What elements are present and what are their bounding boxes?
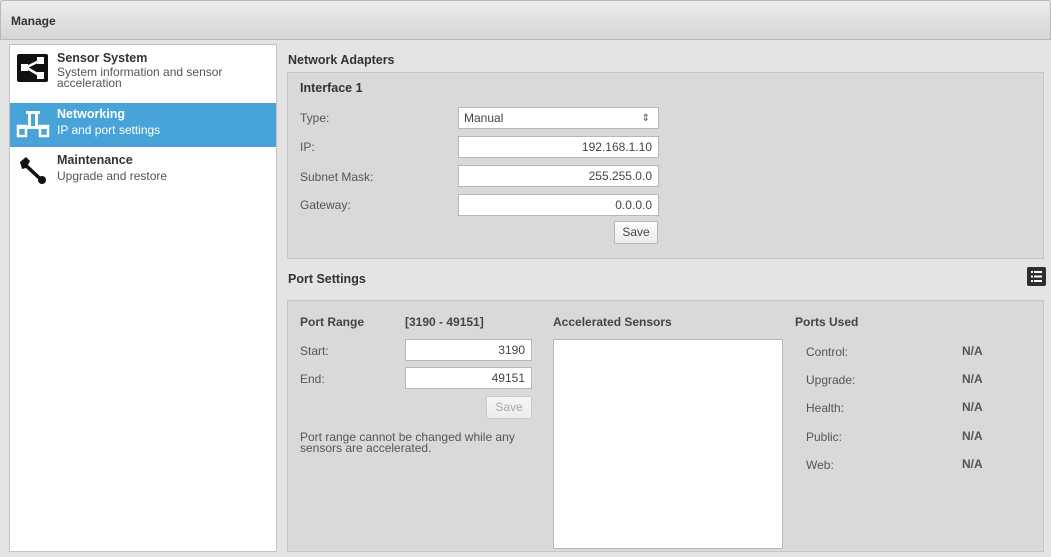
network-icon	[17, 54, 48, 82]
end-port-field[interactable]: 49151	[405, 367, 532, 389]
web-port-value: N/A	[962, 457, 983, 471]
health-port-value: N/A	[962, 400, 983, 414]
end-label: End:	[300, 372, 325, 386]
sidebar-item-sensor-system[interactable]: Sensor System System information and sen…	[10, 47, 276, 91]
ip-label: IP:	[300, 140, 315, 154]
sidebar-item-title: Maintenance	[57, 153, 133, 167]
sidebar-item-description: Upgrade and restore	[57, 169, 168, 183]
accelerated-sensors-heading: Accelerated Sensors	[553, 315, 672, 329]
sidebar-item-networking[interactable]: Networking IP and port settings	[10, 103, 276, 147]
start-port-field[interactable]: 3190	[405, 339, 532, 361]
gateway-field[interactable]: 0.0.0.0	[458, 194, 659, 216]
gateway-label: Gateway:	[300, 198, 351, 212]
upgrade-port-value: N/A	[962, 372, 983, 386]
network-adapters-heading: Network Adapters	[288, 53, 395, 67]
sidebar-item-title: Sensor System	[57, 51, 148, 65]
public-port-label: Public:	[806, 430, 843, 444]
type-select[interactable]: Manual ⇕	[458, 107, 659, 129]
window-title: Manage	[11, 14, 56, 28]
port-range-note: Port range cannot be changed while any s…	[300, 430, 515, 455]
select-arrows-icon: ⇕	[641, 113, 650, 124]
port-settings-panel: Port Range [3190 - 49151] Start: 3190 En…	[287, 300, 1044, 552]
sidebar: Sensor System System information and sen…	[9, 44, 277, 552]
sidebar-item-description: System information and sensor accelerati…	[57, 65, 223, 90]
health-port-label: Health:	[806, 401, 845, 415]
ports-used-heading: Ports Used	[795, 315, 859, 329]
start-label: Start:	[300, 344, 329, 358]
network-save-button[interactable]: Save	[614, 221, 658, 244]
port-settings-heading: Port Settings	[288, 272, 366, 286]
type-label: Type:	[300, 111, 330, 125]
sidebar-item-maintenance[interactable]: Maintenance Upgrade and restore	[10, 149, 276, 193]
control-port-value: N/A	[962, 344, 983, 358]
ethernet-icon	[16, 111, 50, 138]
interface-title: Interface 1	[300, 81, 363, 95]
window-titlebar: Manage	[0, 0, 1051, 40]
port-save-button[interactable]: Save	[486, 396, 532, 419]
upgrade-port-label: Upgrade:	[806, 373, 856, 387]
wrench-icon	[20, 157, 46, 184]
network-adapters-panel: Interface 1 Type: Manual ⇕ IP: 192.168.1…	[287, 72, 1044, 259]
control-port-label: Control:	[806, 345, 849, 359]
sidebar-item-title: Networking	[57, 107, 126, 121]
port-range-label: Port Range	[300, 315, 365, 329]
subnet-mask-label: Subnet Mask:	[300, 170, 374, 184]
accelerated-sensors-list[interactable]	[553, 339, 783, 549]
sidebar-item-description: IP and port settings	[57, 123, 161, 137]
public-port-value: N/A	[962, 429, 983, 443]
subnet-mask-field[interactable]: 255.255.0.0	[458, 165, 659, 187]
port-range-value: [3190 - 49151]	[405, 315, 484, 329]
type-select-value: Manual	[464, 111, 504, 125]
ip-field[interactable]: 192.168.1.10	[458, 136, 659, 158]
list-icon[interactable]	[1027, 267, 1046, 286]
web-port-label: Web:	[806, 458, 834, 472]
